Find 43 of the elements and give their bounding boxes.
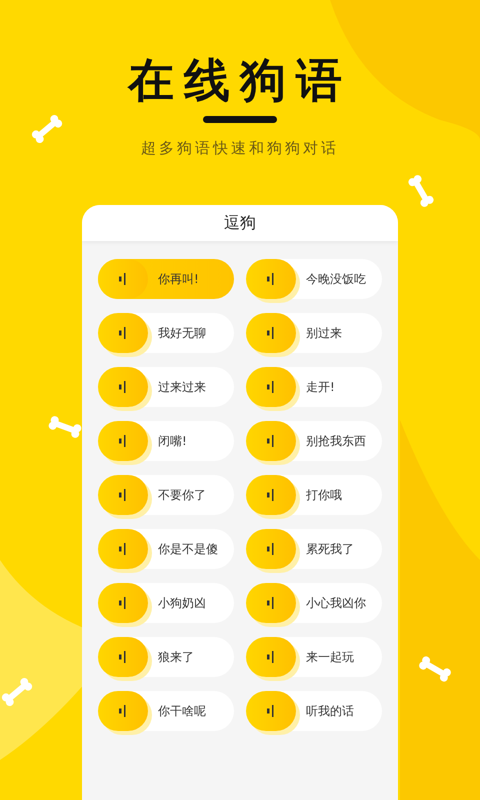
- phrase-button[interactable]: 闭嘴!: [98, 421, 234, 461]
- subtitle: 超多狗语快速和狗狗对话: [141, 138, 339, 159]
- sound-icon: [267, 381, 275, 393]
- sound-icon: [119, 435, 127, 447]
- sound-icon: [267, 273, 275, 285]
- sound-icon: [119, 597, 127, 609]
- bone-icon: [0, 676, 35, 708]
- sound-icon: [267, 597, 275, 609]
- phrase-button[interactable]: 过来过来: [98, 367, 234, 407]
- sound-icon: [119, 651, 127, 663]
- phrase-button[interactable]: 你是不是傻: [98, 529, 234, 569]
- phrase-button[interactable]: 别过来: [246, 313, 382, 353]
- sound-icon: [119, 381, 127, 393]
- phrase-button[interactable]: 打你哦: [246, 475, 382, 515]
- bone-icon: [406, 172, 436, 210]
- phrase-button[interactable]: 累死我了: [246, 529, 382, 569]
- sound-icon: [119, 327, 127, 339]
- phrase-button[interactable]: 小心我凶你: [246, 583, 382, 623]
- sound-icon: [267, 327, 275, 339]
- phrase-button[interactable]: 听我的话: [246, 691, 382, 731]
- sound-icon: [267, 435, 275, 447]
- phrase-button[interactable]: 今晚没饭吃: [246, 259, 382, 299]
- phrase-button[interactable]: 小狗奶凶: [98, 583, 234, 623]
- phrase-button[interactable]: 走开!: [246, 367, 382, 407]
- sound-icon: [119, 489, 127, 501]
- phrase-button[interactable]: 来一起玩: [246, 637, 382, 677]
- phrase-button[interactable]: 我好无聊: [98, 313, 234, 353]
- app-title: 在线狗语: [128, 52, 352, 108]
- sound-icon: [119, 273, 127, 285]
- sound-icon: [267, 543, 275, 555]
- sound-icon: [267, 651, 275, 663]
- sound-icon: [267, 705, 275, 717]
- phrase-button[interactable]: 不要你了: [98, 475, 234, 515]
- sound-icon: [267, 489, 275, 501]
- sound-icon: [119, 705, 127, 717]
- sound-icon: [119, 543, 127, 555]
- phrase-button[interactable]: 你干啥呢: [98, 691, 234, 731]
- card-title: 逗狗: [224, 212, 256, 234]
- bone-icon: [29, 112, 65, 146]
- phrase-button[interactable]: 你再叫!: [98, 259, 234, 299]
- bone-icon: [416, 654, 454, 684]
- phrase-button[interactable]: 别抢我东西: [246, 421, 382, 461]
- phrase-button[interactable]: 狼来了: [98, 637, 234, 677]
